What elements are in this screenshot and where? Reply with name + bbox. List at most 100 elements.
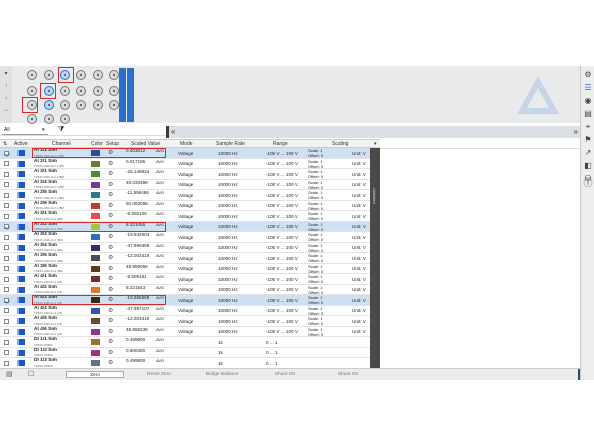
scaling-value[interactable]: Scale: 1 Offset: 0 bbox=[308, 169, 323, 179]
active-toggle[interactable] bbox=[17, 171, 25, 177]
color-swatch[interactable] bbox=[91, 244, 100, 251]
active-toggle[interactable] bbox=[17, 318, 25, 324]
settings-row[interactable]: Voltage 10000 Hz -100 V ... 100 V Scale: 1 … bbox=[166, 232, 370, 243]
settings-row[interactable]: 1k 0 ... 1 bbox=[166, 358, 370, 369]
connector-icon[interactable] bbox=[93, 86, 103, 96]
settings-row[interactable]: Voltage 10000 Hz -100 V ... 100 V Scale: 1 … bbox=[166, 274, 370, 285]
scaling-value[interactable]: Scale: 1 Offset: 0 bbox=[308, 285, 323, 295]
row-checkbox[interactable] bbox=[4, 182, 9, 187]
settings-row[interactable]: 1k 0 ... 1 bbox=[166, 348, 370, 358]
settings-row[interactable]: Voltage 10000 Hz -100 V ... 100 V Scale: 1 … bbox=[166, 306, 370, 316]
color-swatch[interactable] bbox=[91, 276, 100, 282]
scaling-value[interactable]: Scale: 1 Offset: 0 bbox=[308, 190, 323, 200]
row-checkbox[interactable] bbox=[4, 203, 9, 208]
scaling-value[interactable]: Scale: 1 Offset: 0 bbox=[308, 264, 323, 274]
active-toggle[interactable] bbox=[17, 213, 25, 219]
row-checkbox[interactable] bbox=[4, 276, 9, 282]
active-toggle[interactable] bbox=[17, 276, 25, 282]
color-swatch[interactable] bbox=[91, 349, 100, 356]
settings-row[interactable]: Voltage 10000 Hz -100 V ... 100 V Scale: 1 … bbox=[166, 211, 370, 222]
scaling-value[interactable]: Scale: 1 Offset: 0 bbox=[308, 327, 323, 337]
color-swatch[interactable] bbox=[91, 265, 100, 272]
setup-gear-icon[interactable]: ⚙ bbox=[108, 191, 113, 198]
filter-icon[interactable]: ⧩ bbox=[58, 126, 64, 134]
header-menu-icon[interactable]: ▾ bbox=[374, 141, 377, 147]
connector-icon[interactable] bbox=[76, 100, 86, 110]
scaling-value[interactable]: Scale: 1 Offset: 0 bbox=[308, 232, 323, 242]
connector-icon[interactable] bbox=[76, 86, 86, 96]
info-icon[interactable]: ⓘ bbox=[583, 178, 593, 188]
active-toggle[interactable] bbox=[17, 328, 25, 335]
zoom-icon[interactable]: ▾ bbox=[2, 70, 10, 78]
setup-gear-icon[interactable]: ⚙ bbox=[108, 170, 113, 177]
active-toggle[interactable] bbox=[17, 160, 25, 167]
connector-icon[interactable] bbox=[27, 114, 37, 124]
settings-row[interactable]: Voltage 10000 Hz -100 V ... 100 V Scale: 1 … bbox=[166, 243, 370, 253]
row-checkbox[interactable] bbox=[4, 287, 9, 292]
connector-icon[interactable] bbox=[60, 100, 70, 110]
setup-gear-icon[interactable]: ⚙ bbox=[108, 265, 113, 272]
expand-icon[interactable]: ⇅ bbox=[3, 141, 7, 147]
scaling-value[interactable]: Scale: 1 Offset: 0 bbox=[308, 306, 323, 316]
connector-icon[interactable] bbox=[60, 86, 70, 96]
color-swatch[interactable] bbox=[91, 181, 100, 188]
storage-icon[interactable]: ◧ bbox=[583, 161, 593, 171]
arrow-right-icon[interactable]: → bbox=[2, 106, 10, 114]
scaling-value[interactable]: Scale: 1 Offset: 0 bbox=[308, 274, 323, 284]
setup-gear-icon[interactable]: ⚙ bbox=[108, 181, 113, 188]
header-range[interactable]: Range bbox=[273, 141, 288, 147]
settings-row[interactable]: 1k 0 ... 1 bbox=[166, 337, 370, 348]
scaling-value[interactable]: Scale: 1 Offset: 0 bbox=[308, 201, 323, 211]
connector-icon[interactable] bbox=[109, 70, 119, 80]
active-toggle[interactable] bbox=[17, 234, 25, 240]
row-checkbox[interactable] bbox=[4, 224, 9, 229]
active-toggle[interactable] bbox=[17, 265, 25, 272]
connector-icon[interactable] bbox=[60, 114, 70, 124]
row-checkbox[interactable] bbox=[4, 171, 9, 177]
active-toggle[interactable] bbox=[17, 360, 25, 366]
settings-row[interactable]: Voltage 10000 Hz -100 V ... 100 V Scale: 1 … bbox=[166, 316, 370, 327]
row-checkbox[interactable] bbox=[4, 339, 9, 345]
connector-icon[interactable] bbox=[27, 86, 37, 96]
setup-gear-icon[interactable]: ⚙ bbox=[108, 275, 113, 282]
zero-button[interactable]: Zero bbox=[66, 371, 124, 378]
shunt-on-button-2[interactable]: Shunt On bbox=[319, 371, 377, 378]
list-icon[interactable]: ▤ bbox=[6, 370, 13, 378]
row-checkbox[interactable] bbox=[4, 360, 9, 366]
connector-icon[interactable] bbox=[27, 70, 37, 80]
list-view-icon[interactable]: ☰ bbox=[583, 83, 593, 93]
color-swatch[interactable] bbox=[91, 360, 100, 366]
active-toggle[interactable] bbox=[17, 150, 25, 156]
settings-row[interactable]: Voltage 10000 Hz -100 V ... 100 V Scale: 1 … bbox=[166, 201, 370, 211]
row-checkbox[interactable] bbox=[4, 245, 9, 250]
bridge-balance-button[interactable]: Bridge Balance bbox=[193, 371, 251, 378]
reset-zero-button[interactable]: Reset Zero bbox=[130, 371, 188, 378]
active-toggle[interactable] bbox=[17, 223, 25, 230]
setup-gear-icon[interactable]: ⚙ bbox=[108, 317, 113, 324]
connector-icon[interactable] bbox=[44, 70, 54, 80]
scaling-value[interactable]: Scale: 1 Offset: 0 bbox=[308, 295, 323, 305]
setup-gear-icon[interactable]: ⚙ bbox=[108, 338, 113, 345]
connector-icon[interactable] bbox=[44, 114, 54, 124]
document-icon[interactable]: ▤ bbox=[583, 109, 593, 119]
color-swatch[interactable] bbox=[91, 202, 100, 209]
settings-row[interactable]: Voltage 10000 Hz -100 V ... 100 V Scale: 1 … bbox=[166, 285, 370, 295]
color-swatch[interactable] bbox=[91, 255, 100, 261]
color-swatch[interactable] bbox=[91, 318, 100, 324]
header-mode[interactable]: Mode bbox=[180, 141, 193, 147]
row-checkbox[interactable] bbox=[4, 266, 9, 271]
active-toggle[interactable] bbox=[17, 297, 25, 303]
row-checkbox[interactable] bbox=[4, 161, 9, 166]
arrow-up-icon[interactable]: ↑ bbox=[2, 82, 10, 90]
settings-icon[interactable]: ☐ bbox=[28, 370, 34, 378]
row-checkbox[interactable] bbox=[4, 297, 9, 303]
color-swatch[interactable] bbox=[91, 192, 100, 198]
header-color[interactable]: Color bbox=[91, 141, 103, 147]
settings-row[interactable]: Voltage 10000 Hz -100 V ... 100 V Scale: 1 … bbox=[166, 169, 370, 180]
header-setup[interactable]: Setup bbox=[106, 141, 119, 147]
active-toggle[interactable] bbox=[17, 339, 25, 345]
header-scaling[interactable]: Scaling bbox=[332, 141, 348, 147]
pin-icon[interactable]: ⌖ bbox=[583, 122, 593, 132]
connector-icon[interactable] bbox=[44, 100, 54, 110]
active-toggle[interactable] bbox=[17, 181, 25, 188]
